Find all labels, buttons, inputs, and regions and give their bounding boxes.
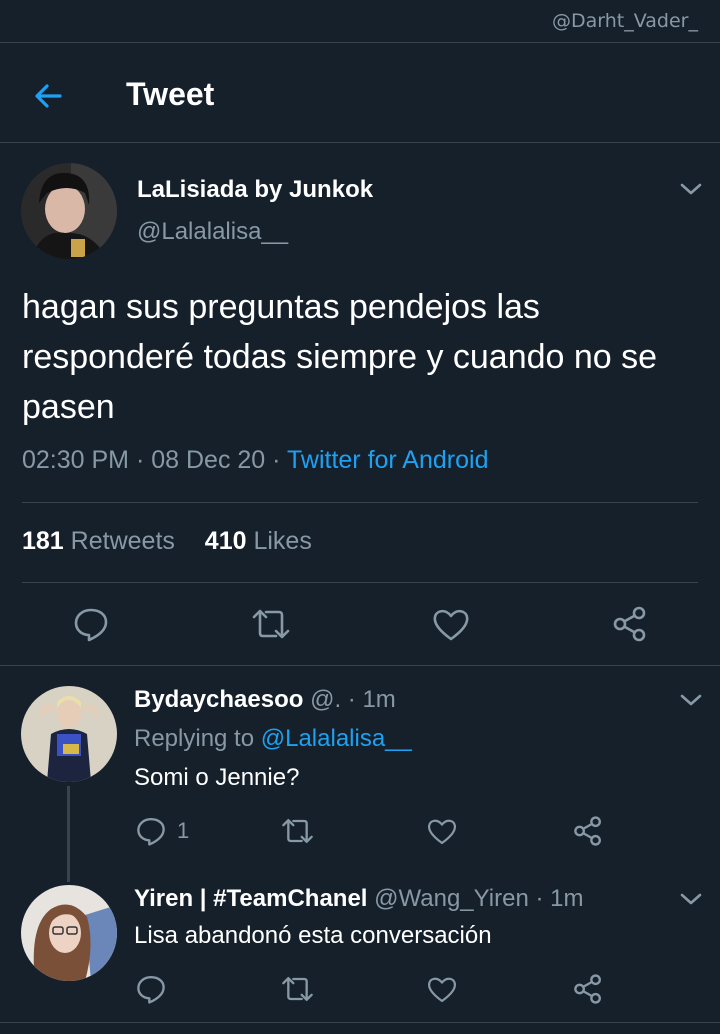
avatar[interactable] — [21, 686, 117, 782]
chevron-down-icon[interactable] — [678, 691, 704, 709]
author-handle[interactable]: @Lalalalisa__ — [137, 218, 288, 246]
retweet-icon[interactable] — [280, 973, 315, 1005]
tweet-stats: 181 Retweets 410 Likes — [22, 527, 312, 556]
reply-author-name[interactable]: Yiren | #TeamChanel — [134, 885, 367, 912]
thread-line — [67, 786, 70, 882]
reply-count: 1 — [177, 818, 190, 843]
comment-icon[interactable] — [72, 605, 110, 643]
arrow-left-icon — [35, 84, 62, 108]
replying-to-label: Replying to — [134, 725, 255, 752]
likes-count: 410 — [204, 527, 247, 555]
divider — [0, 1022, 720, 1023]
reply-author-handle[interactable]: @. — [310, 686, 341, 713]
divider — [22, 582, 698, 583]
comment-icon[interactable] — [135, 973, 167, 1005]
page-title: Tweet — [126, 76, 215, 112]
divider — [0, 142, 720, 143]
tweet-meta: 02:30 PM · 08 Dec 20 · Twitter for Andro… — [22, 446, 489, 474]
reply-author: Yiren | #TeamChanel @Wang_Yiren · 1m — [134, 885, 584, 912]
divider — [0, 42, 720, 43]
chevron-down-icon[interactable] — [678, 890, 704, 908]
share-icon[interactable] — [611, 605, 649, 643]
chevron-down-icon[interactable] — [678, 180, 704, 198]
heart-icon[interactable] — [431, 605, 471, 643]
avatar[interactable] — [21, 885, 117, 981]
tweet-source-link[interactable]: Twitter for Android — [287, 446, 488, 474]
reply-author-handle[interactable]: @Wang_Yiren — [374, 885, 529, 912]
share-icon[interactable] — [572, 815, 604, 847]
reply-text: Somi o Jennie? — [134, 764, 300, 791]
reply-author-name[interactable]: Bydaychaesoo — [134, 686, 303, 713]
tweet-text: hagan sus preguntas pendejos las respond… — [22, 288, 658, 426]
heart-icon[interactable] — [426, 815, 458, 847]
divider — [22, 502, 698, 503]
replying-to-handle[interactable]: @Lalalalisa__ — [261, 725, 412, 752]
divider — [0, 665, 720, 666]
share-icon[interactable] — [572, 973, 604, 1005]
reply-text: Lisa abandonó esta conversación — [134, 922, 492, 949]
replying-to: Replying to @Lalalalisa__ — [134, 725, 412, 753]
likes-stat[interactable]: 410 Likes — [205, 527, 312, 555]
reply-author: Bydaychaesoo @. · 1m — [134, 686, 396, 713]
reply-time: 1m — [550, 885, 584, 912]
reply-time: 1m — [362, 686, 396, 713]
avatar[interactable] — [21, 163, 117, 259]
retweet-icon[interactable] — [250, 605, 292, 643]
comment-icon[interactable] — [135, 815, 167, 847]
tweet-date: 08 Dec 20 — [151, 446, 266, 474]
watermark: @Darht_Vader_ — [552, 10, 698, 32]
author-name[interactable]: LaLisiada by Junkok — [137, 176, 373, 204]
likes-label: Likes — [253, 527, 312, 555]
heart-icon[interactable] — [426, 973, 458, 1005]
tweet-time: 02:30 PM — [22, 446, 130, 474]
retweets-count: 181 — [22, 527, 64, 555]
retweet-icon[interactable] — [280, 815, 315, 847]
retweets-stat[interactable]: 181 Retweets — [22, 527, 175, 555]
back-button[interactable] — [30, 78, 66, 114]
retweets-label: Retweets — [70, 527, 175, 555]
